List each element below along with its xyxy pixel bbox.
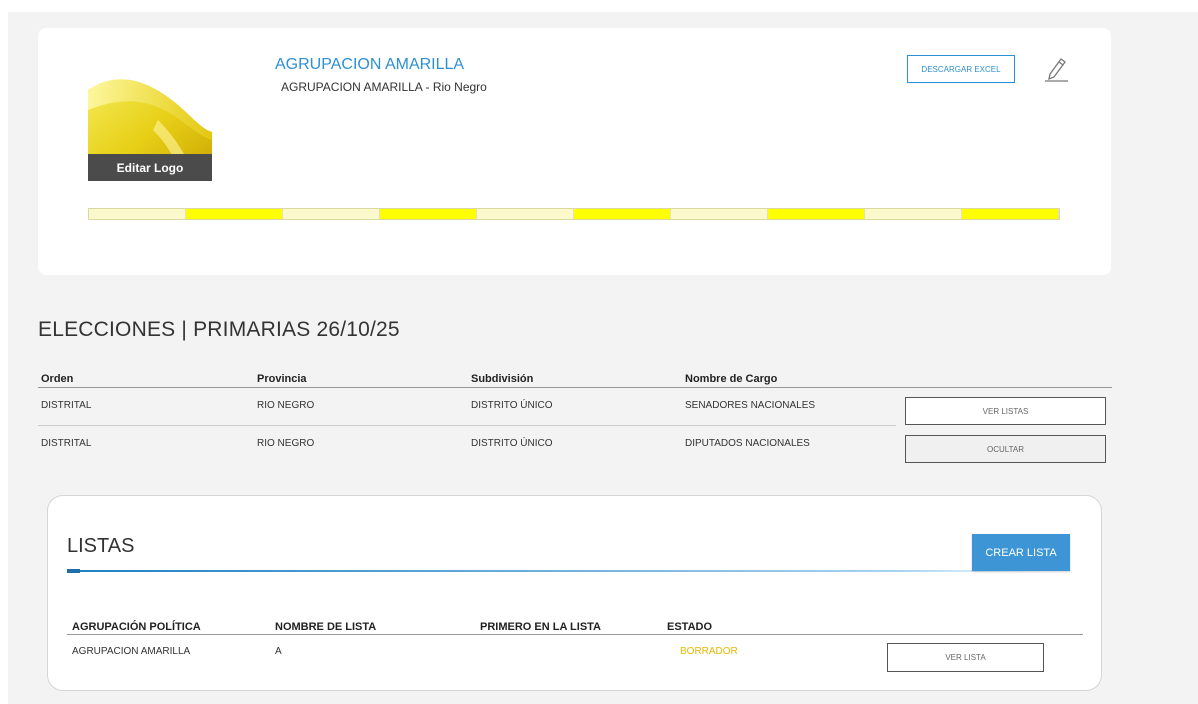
listas-title: LISTAS: [67, 535, 135, 557]
cell-cargo: DIPUTADOS NACIONALES: [685, 438, 810, 449]
elections-title: ELECCIONES | PRIMARIAS 26/10/25: [38, 318, 400, 341]
col-orden: Orden: [41, 373, 74, 385]
ver-listas-button[interactable]: VER LISTAS: [905, 397, 1106, 425]
pencil-icon[interactable]: [1043, 55, 1069, 83]
listas-divider: [67, 570, 1047, 572]
col-subdivision: Subdivisión: [471, 373, 534, 385]
cell-provincia: RIO NEGRO: [257, 438, 315, 449]
listas-card: LISTAS CREAR LISTA AGRUPACIÓN POLÍTICA N…: [47, 495, 1102, 691]
cell-subdivision: DISTRITO ÚNICO: [471, 438, 553, 449]
party-color-stripe: [88, 208, 1060, 220]
party-logo: Editar Logo: [88, 60, 212, 181]
listas-table-header: AGRUPACIÓN POLÍTICA NOMBRE DE LISTA PRIM…: [67, 619, 1083, 635]
ocultar-button[interactable]: OCULTAR: [905, 435, 1106, 463]
ver-lista-button[interactable]: VER LISTA: [887, 643, 1044, 672]
cell-cargo: SENADORES NACIONALES: [685, 400, 816, 411]
listas-divider-accent: [67, 569, 80, 573]
elections-table: Orden Provincia Subdivisión Nombre de Ca…: [38, 371, 1112, 464]
party-header-card: Editar Logo AGRUPACION AMARILLA AGRUPACI…: [38, 28, 1111, 275]
col-cargo: Nombre de Cargo: [685, 373, 778, 385]
party-title: AGRUPACION AMARILLA: [275, 56, 465, 73]
col-primero: PRIMERO EN LA LISTA: [480, 621, 601, 633]
col-agrupacion: AGRUPACIÓN POLÍTICA: [72, 621, 201, 633]
cell-subdivision: DISTRITO ÚNICO: [471, 400, 553, 411]
col-estado: ESTADO: [667, 621, 713, 633]
col-provincia: Provincia: [257, 373, 307, 385]
status-badge: BORRADOR: [680, 646, 738, 657]
table-row: DISTRITAL RIO NEGRO DISTRITO ÚNICO SENAD…: [38, 388, 896, 426]
cell-orden: DISTRITAL: [41, 438, 92, 449]
crear-lista-button[interactable]: CREAR LISTA: [972, 534, 1070, 571]
cell-nombre-lista: A: [275, 646, 282, 657]
party-subtitle: AGRUPACION AMARILLA - Rio Negro: [281, 80, 487, 94]
cell-orden: DISTRITAL: [41, 400, 92, 411]
cell-agrupacion: AGRUPACION AMARILLA: [72, 646, 191, 657]
elections-table-header: Orden Provincia Subdivisión Nombre de Ca…: [38, 371, 1112, 388]
edit-logo-button[interactable]: Editar Logo: [88, 154, 212, 181]
cell-provincia: RIO NEGRO: [257, 400, 315, 411]
download-excel-button[interactable]: DESCARGAR EXCEL: [907, 55, 1015, 83]
col-nombre-lista: NOMBRE DE LISTA: [275, 621, 377, 633]
table-row: AGRUPACION AMARILLA A BORRADOR VER LISTA: [67, 643, 1083, 674]
